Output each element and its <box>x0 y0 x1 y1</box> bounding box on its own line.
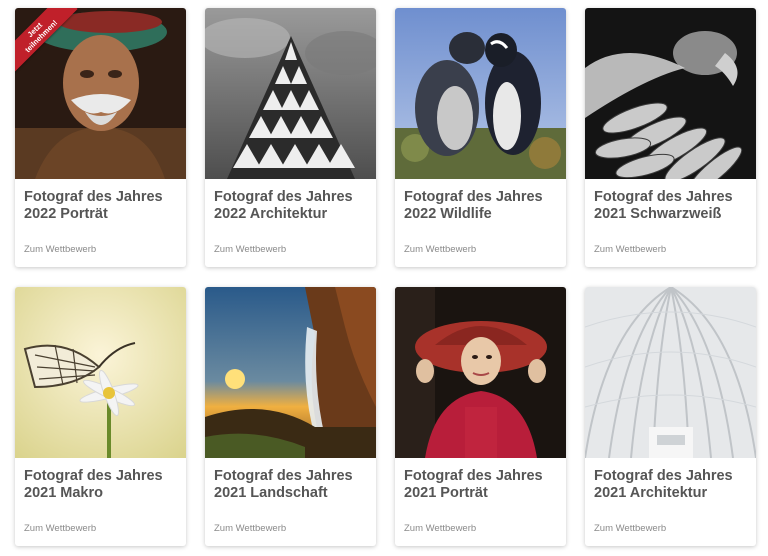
card-title-line2: 2022 Wildlife <box>404 206 492 222</box>
card-title-line1: Fotograf des Jahres <box>594 468 733 484</box>
card-title-line1: Fotograf des Jahres <box>404 189 543 205</box>
competition-card[interactable]: Fotograf des Jahres 2021 Schwarzweiß Zum… <box>585 8 756 267</box>
butterfly-image <box>15 287 186 458</box>
card-image-portrait-2021[interactable] <box>395 287 566 458</box>
card-link[interactable]: Zum Wettbewerb <box>404 244 476 255</box>
card-image-wildlife[interactable] <box>395 8 566 179</box>
card-title-line2: 2021 Makro <box>24 485 103 501</box>
card-title-line1: Fotograf des Jahres <box>594 189 733 205</box>
card-title-line2: 2022 Porträt <box>24 206 108 222</box>
card-link[interactable]: Zum Wettbewerb <box>214 523 286 534</box>
vulture-image <box>585 8 756 179</box>
card-link[interactable]: Zum Wettbewerb <box>594 244 666 255</box>
card-image-portrait[interactable]: Jetzt teilnehmen! <box>15 8 186 179</box>
card-title[interactable]: Fotograf des Jahres 2022 Porträt <box>24 189 179 223</box>
card-title-line1: Fotograf des Jahres <box>214 189 353 205</box>
card-title[interactable]: Fotograf des Jahres 2021 Architektur <box>594 468 749 502</box>
card-title[interactable]: Fotograf des Jahres 2021 Schwarzweiß <box>594 189 749 223</box>
card-title-line1: Fotograf des Jahres <box>214 468 353 484</box>
card-title-line2: 2022 Architektur <box>214 206 328 222</box>
competition-card[interactable]: Fotograf des Jahres 2021 Architektur Zum… <box>585 287 756 546</box>
card-title-line2: 2021 Porträt <box>404 485 488 501</box>
card-title[interactable]: Fotograf des Jahres 2022 Wildlife <box>404 189 559 223</box>
competition-card[interactable]: Fotograf des Jahres 2022 Architektur Zum… <box>205 8 376 267</box>
card-image-landscape[interactable] <box>205 287 376 458</box>
competition-card[interactable]: Fotograf des Jahres 2021 Makro Zum Wettb… <box>15 287 186 546</box>
penguins-image <box>395 8 566 179</box>
waterfall-image <box>205 287 376 458</box>
competition-card[interactable]: Jetzt teilnehmen! Fotograf des Jahres 20… <box>15 8 186 267</box>
architecture-triangles-image <box>205 8 376 179</box>
card-title[interactable]: Fotograf des Jahres 2022 Architektur <box>214 189 369 223</box>
card-link[interactable]: Zum Wettbewerb <box>24 523 96 534</box>
card-link[interactable]: Zum Wettbewerb <box>24 244 96 255</box>
card-title[interactable]: Fotograf des Jahres 2021 Porträt <box>404 468 559 502</box>
card-image-blackwhite[interactable] <box>585 8 756 179</box>
competition-card[interactable]: Fotograf des Jahres 2021 Porträt Zum Wet… <box>395 287 566 546</box>
card-title-line2: 2021 Architektur <box>594 485 708 501</box>
white-arches-image <box>585 287 756 458</box>
card-title[interactable]: Fotograf des Jahres 2021 Makro <box>24 468 179 502</box>
card-link[interactable]: Zum Wettbewerb <box>214 244 286 255</box>
competition-card[interactable]: Fotograf des Jahres 2021 Landschaft Zum … <box>205 287 376 546</box>
card-image-architecture-2021[interactable] <box>585 287 756 458</box>
card-title-line1: Fotograf des Jahres <box>24 468 163 484</box>
card-title-line1: Fotograf des Jahres <box>404 468 543 484</box>
card-link[interactable]: Zum Wettbewerb <box>404 523 476 534</box>
card-title-line2: 2021 Landschaft <box>214 485 328 501</box>
card-image-architecture[interactable] <box>205 8 376 179</box>
card-title-line2: 2021 Schwarzweiß <box>594 206 722 222</box>
competition-grid: Jetzt teilnehmen! Fotograf des Jahres 20… <box>0 0 768 556</box>
card-title[interactable]: Fotograf des Jahres 2021 Landschaft <box>214 468 369 502</box>
card-link[interactable]: Zum Wettbewerb <box>594 523 666 534</box>
card-title-line1: Fotograf des Jahres <box>24 189 163 205</box>
card-image-macro[interactable] <box>15 287 186 458</box>
woman-red-hat-image <box>395 287 566 458</box>
competition-card[interactable]: Fotograf des Jahres 2022 Wildlife Zum We… <box>395 8 566 267</box>
